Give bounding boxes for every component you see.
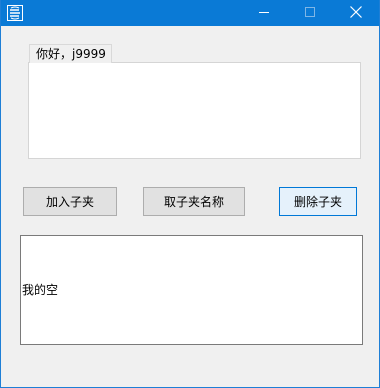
- app-icon[interactable]: [7, 5, 23, 21]
- output-text: 我的空: [22, 283, 59, 297]
- close-icon: [350, 5, 362, 21]
- output-textbox[interactable]: 我的空: [20, 235, 363, 345]
- get-subfolder-name-button[interactable]: 取子夹名称: [143, 187, 245, 216]
- minimize-button[interactable]: [241, 0, 287, 26]
- maximize-icon: [305, 6, 315, 20]
- delete-subfolder-button[interactable]: 删除子夹: [279, 187, 357, 216]
- add-subfolder-button[interactable]: 加入子夹: [23, 187, 117, 216]
- minimize-icon: [259, 6, 269, 20]
- greeting-group-label: 你好，j9999: [29, 44, 112, 63]
- greeting-group-panel: [28, 62, 361, 159]
- title-bar[interactable]: [1, 0, 379, 26]
- close-button[interactable]: [333, 0, 379, 26]
- main-window: 你好，j9999 加入子夹 取子夹名称 删除子夹 我的空: [0, 0, 380, 388]
- maximize-button[interactable]: [287, 0, 333, 26]
